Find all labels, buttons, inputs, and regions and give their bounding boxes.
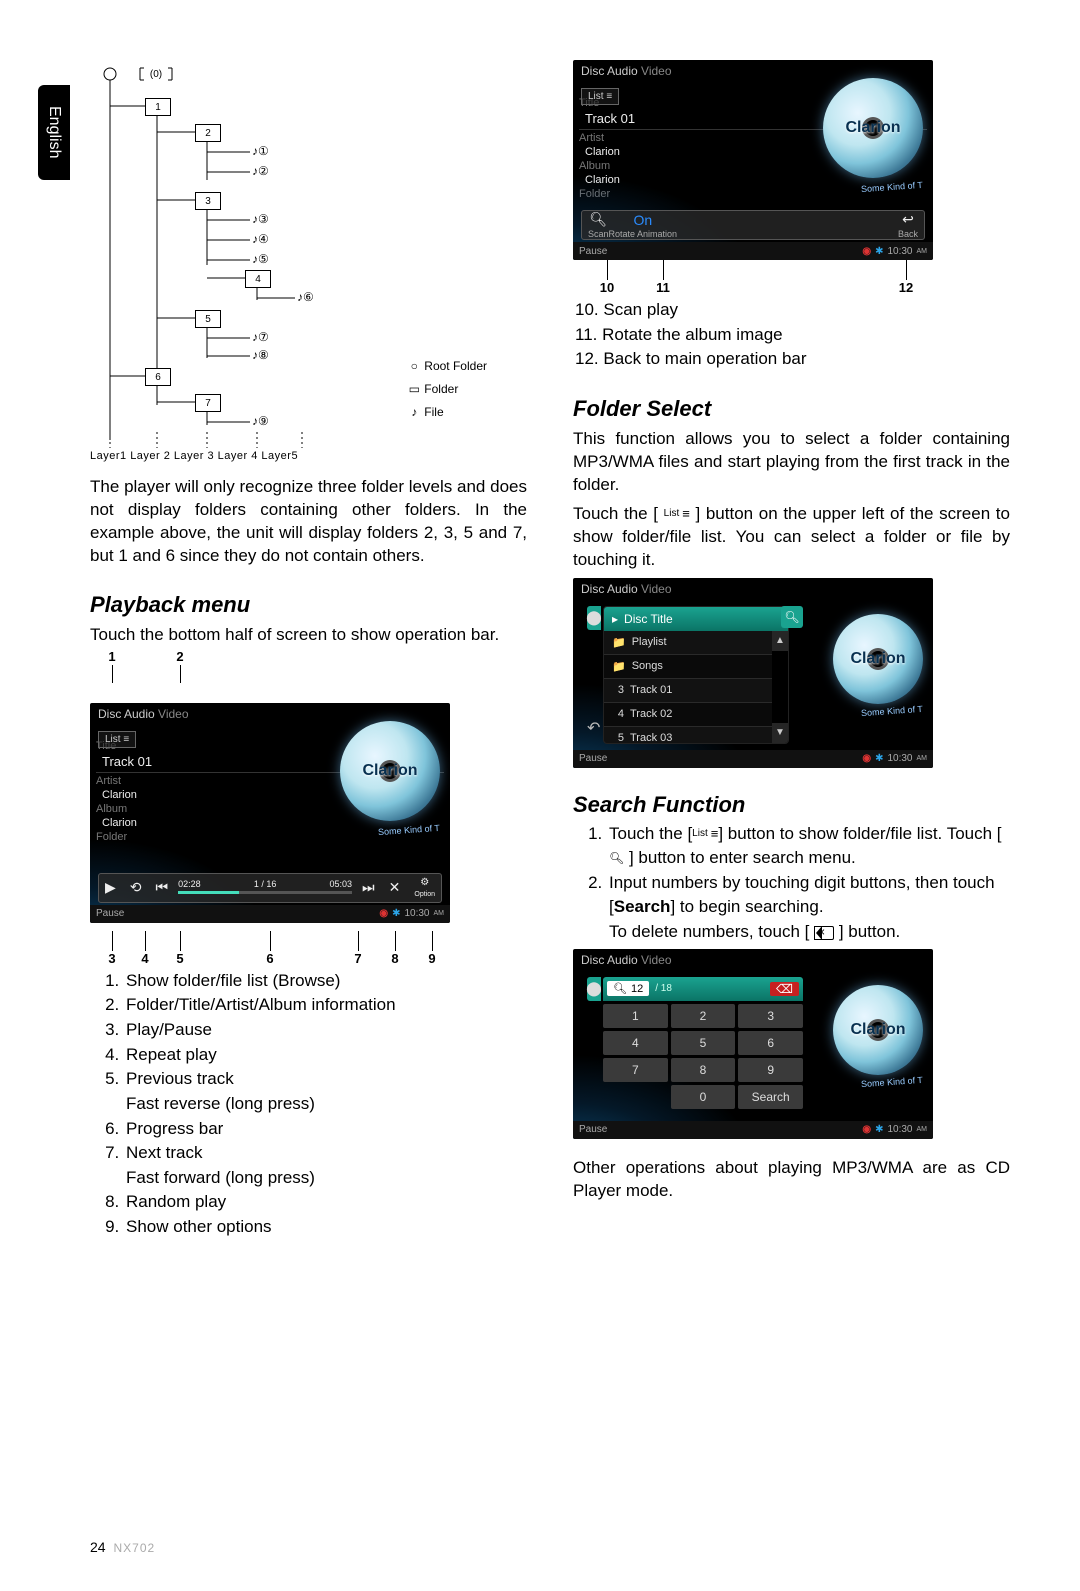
folder-select-body2: Touch the [ List ] button on the upper l… [573, 503, 1010, 572]
folder-select-body1: This function allows you to select a fol… [573, 428, 1010, 497]
layer-labels: Layer1 Layer 2 Layer 3 Layer 4 Layer5 [90, 450, 298, 462]
list-button[interactable]: List ≡ [98, 731, 136, 748]
playback-heading: Playback menu [90, 592, 527, 618]
key-0[interactable]: 0 [671, 1085, 736, 1109]
disc-title-header[interactable]: ▸Disc Title [604, 607, 788, 631]
list-item[interactable]: 📁Songs [604, 655, 788, 679]
shuffle-icon[interactable]: ✕ [389, 879, 401, 896]
search-heading: Search Function [573, 792, 1010, 818]
key-search[interactable]: Search [738, 1085, 803, 1109]
language-tab: English [38, 85, 70, 180]
page-footer: 24 NX702 [90, 1539, 155, 1555]
key-4[interactable]: 4 [603, 1031, 668, 1055]
key-6[interactable]: 6 [738, 1031, 803, 1055]
scan-bar[interactable]: 🔍︎Scan OnRotate Animation ↩Back [581, 210, 925, 240]
list-button[interactable]: List ≡ [581, 88, 619, 105]
delete-icon [814, 926, 834, 940]
repeat-icon[interactable]: ⟲ [130, 879, 142, 896]
operation-bar[interactable]: ▶ ⟲ ⏮ 02:28 1 / 16 05:03 ⏭ [98, 873, 442, 903]
playback-screenshot: Disc Audio Video List ≡ Title Track 01 A… [90, 703, 450, 923]
list-item[interactable]: 3Track 01 [604, 679, 788, 703]
list-item[interactable]: 📁Playlist [604, 631, 788, 655]
scroll-up-icon[interactable]: ▲ [772, 631, 788, 651]
left-column: ( 0 ) 1 2 3 4 5 6 7 ♪① ♪② ♪③ ♪④ ♪⑤ ♪⑥ ♪⑦… [90, 60, 527, 1244]
folder-tree-diagram: ( 0 ) 1 2 3 4 5 6 7 ♪① ♪② ♪③ ♪④ ♪⑤ ♪⑥ ♪⑦… [90, 60, 527, 470]
list-item[interactable]: 5Track 03 [604, 727, 788, 744]
scan-button[interactable]: 🔍︎Scan [588, 211, 609, 239]
key-1[interactable]: 1 [603, 1004, 668, 1028]
playback-body: Touch the bottom half of screen to show … [90, 624, 527, 647]
right-column: Disc Audio Video List ≡ Title Track 01 A… [573, 60, 1010, 1244]
folder-select-heading: Folder Select [573, 396, 1010, 422]
option-icon[interactable]: ⚙Option [414, 877, 435, 899]
manual-page: English [0, 0, 1080, 1591]
scroll-down-icon[interactable]: ▼ [772, 723, 788, 743]
search-screenshot: Disc Audio Video ⬤ 🔍︎ 12 / 18 ⌫ 1 2 3 4 [573, 949, 933, 1139]
prev-icon[interactable]: ⏮ [156, 879, 169, 896]
playback-callout-list: Show folder/file list (Browse) Folder/Ti… [90, 969, 527, 1240]
search-field[interactable]: 🔍︎ 12 [607, 981, 649, 996]
rotate-button[interactable]: OnRotate Animation [609, 212, 678, 239]
progress-bar[interactable]: 02:28 1 / 16 05:03 [178, 879, 352, 896]
key-5[interactable]: 5 [671, 1031, 736, 1055]
list-icon: List [664, 505, 690, 523]
key-8[interactable]: 8 [671, 1058, 736, 1082]
key-7[interactable]: 7 [603, 1058, 668, 1082]
search-steps: Touch the [List ] button to show folder/… [573, 822, 1010, 945]
play-icon[interactable]: ▶ [105, 879, 116, 896]
scan-screenshot: Disc Audio Video List ≡ Title Track 01 A… [573, 60, 933, 260]
search-icon [609, 850, 624, 867]
tree-legend: ○Root Folder ▭Folder ♪File [404, 355, 487, 423]
scan-callout-list: Scan play Rotate the album image Back to… [573, 298, 1010, 372]
search-icon[interactable]: 🔍︎ [781, 606, 803, 628]
key-2[interactable]: 2 [671, 1004, 736, 1028]
list-item[interactable]: 4Track 02 [604, 703, 788, 727]
search-footer: Other operations about playing MP3/WMA a… [573, 1157, 1010, 1203]
back-icon[interactable]: ↶ [587, 718, 600, 738]
next-icon[interactable]: ⏭ [362, 879, 375, 896]
tree-explanation: The player will only recognize three fol… [90, 476, 527, 568]
key-9[interactable]: 9 [738, 1058, 803, 1082]
delete-button[interactable]: ⌫ [770, 982, 799, 996]
keypad[interactable]: 1 2 3 4 5 6 7 8 9 0 Search [603, 1004, 803, 1109]
folder-select-screenshot: Disc Audio Video ⬤ ▸Disc Title 📁Playlist… [573, 578, 933, 768]
key-3[interactable]: 3 [738, 1004, 803, 1028]
list-icon: List [692, 825, 718, 844]
back-button[interactable]: ↩Back [898, 211, 918, 239]
